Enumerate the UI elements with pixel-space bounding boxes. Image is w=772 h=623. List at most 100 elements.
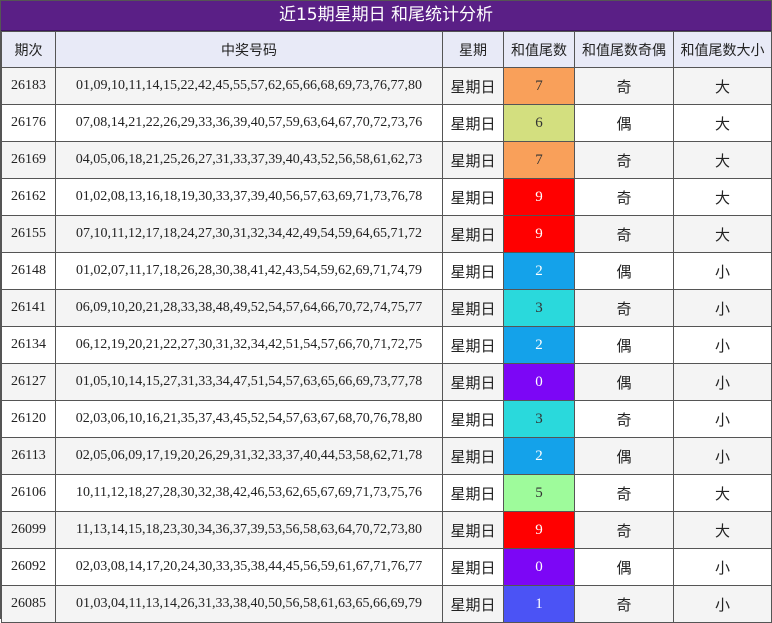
odd-even-cell: 奇 bbox=[574, 215, 674, 253]
period-cell: 26155 bbox=[1, 215, 56, 253]
tail-cell: 9 bbox=[503, 215, 575, 253]
odd-even-cell: 偶 bbox=[574, 363, 674, 401]
big-small-cell: 小 bbox=[673, 585, 772, 623]
big-small-cell: 小 bbox=[673, 548, 772, 586]
numbers-cell: 01,09,10,11,14,15,22,42,45,55,57,62,65,6… bbox=[55, 67, 443, 105]
table-row: 26106 10,11,12,18,27,28,30,32,38,42,46,5… bbox=[1, 474, 772, 512]
draw-stats-table: 期次 中奖号码 星期 和值尾数 和值尾数奇偶 和值尾数大小 26183 01,0… bbox=[1, 31, 772, 623]
tail-cell: 3 bbox=[503, 289, 575, 327]
header-period: 期次 bbox=[1, 31, 56, 68]
weekday-cell: 星期日 bbox=[442, 437, 504, 475]
table-row: 26176 07,08,14,21,22,26,29,33,36,39,40,5… bbox=[1, 104, 772, 142]
weekday-cell: 星期日 bbox=[442, 326, 504, 364]
weekday-cell: 星期日 bbox=[442, 141, 504, 179]
odd-even-cell: 奇 bbox=[574, 474, 674, 512]
period-cell: 26169 bbox=[1, 141, 56, 179]
numbers-cell: 07,10,11,12,17,18,24,27,30,31,32,34,42,4… bbox=[55, 215, 443, 253]
header-tail: 和值尾数 bbox=[503, 31, 575, 68]
table-row: 26155 07,10,11,12,17,18,24,27,30,31,32,3… bbox=[1, 215, 772, 253]
weekday-cell: 星期日 bbox=[442, 215, 504, 253]
tail-cell: 2 bbox=[503, 437, 575, 475]
big-small-cell: 大 bbox=[673, 141, 772, 179]
tail-cell: 6 bbox=[503, 104, 575, 142]
table-row: 26141 06,09,10,20,21,28,33,38,48,49,52,5… bbox=[1, 289, 772, 327]
table-row: 26183 01,09,10,11,14,15,22,42,45,55,57,6… bbox=[1, 67, 772, 105]
tail-cell: 7 bbox=[503, 141, 575, 179]
big-small-cell: 小 bbox=[673, 326, 772, 364]
numbers-cell: 01,02,08,13,16,18,19,30,33,37,39,40,56,5… bbox=[55, 178, 443, 216]
table-row: 26134 06,12,19,20,21,22,27,30,31,32,34,4… bbox=[1, 326, 772, 364]
tail-cell: 7 bbox=[503, 67, 575, 105]
page-title: 近15期星期日 和尾统计分析 bbox=[1, 1, 771, 31]
tail-cell: 5 bbox=[503, 474, 575, 512]
big-small-cell: 大 bbox=[673, 511, 772, 549]
header-big-small: 和值尾数大小 bbox=[673, 31, 772, 68]
period-cell: 26085 bbox=[1, 585, 56, 623]
period-cell: 26120 bbox=[1, 400, 56, 438]
table-row: 26085 01,03,04,11,13,14,26,31,33,38,40,5… bbox=[1, 585, 772, 623]
table-row: 26120 02,03,06,10,16,21,35,37,43,45,52,5… bbox=[1, 400, 772, 438]
stats-panel: 近15期星期日 和尾统计分析 期次 中奖号码 星期 和值尾数 和值尾数奇偶 和值… bbox=[0, 0, 772, 623]
tail-cell: 2 bbox=[503, 252, 575, 290]
header-numbers: 中奖号码 bbox=[55, 31, 443, 68]
weekday-cell: 星期日 bbox=[442, 67, 504, 105]
big-small-cell: 大 bbox=[673, 104, 772, 142]
odd-even-cell: 奇 bbox=[574, 585, 674, 623]
table-row: 26127 01,05,10,14,15,27,31,33,34,47,51,5… bbox=[1, 363, 772, 401]
period-cell: 26162 bbox=[1, 178, 56, 216]
tail-cell: 0 bbox=[503, 363, 575, 401]
weekday-cell: 星期日 bbox=[442, 400, 504, 438]
big-small-cell: 小 bbox=[673, 252, 772, 290]
period-cell: 26148 bbox=[1, 252, 56, 290]
header-weekday: 星期 bbox=[442, 31, 504, 68]
big-small-cell: 小 bbox=[673, 437, 772, 475]
odd-even-cell: 奇 bbox=[574, 141, 674, 179]
tail-cell: 9 bbox=[503, 178, 575, 216]
tail-cell: 1 bbox=[503, 585, 575, 623]
numbers-cell: 07,08,14,21,22,26,29,33,36,39,40,57,59,6… bbox=[55, 104, 443, 142]
header-odd-even: 和值尾数奇偶 bbox=[574, 31, 674, 68]
table-row: 26092 02,03,08,14,17,20,24,30,33,35,38,4… bbox=[1, 548, 772, 586]
odd-even-cell: 偶 bbox=[574, 548, 674, 586]
tail-cell: 9 bbox=[503, 511, 575, 549]
weekday-cell: 星期日 bbox=[442, 363, 504, 401]
numbers-cell: 01,05,10,14,15,27,31,33,34,47,51,54,57,6… bbox=[55, 363, 443, 401]
big-small-cell: 大 bbox=[673, 67, 772, 105]
period-cell: 26176 bbox=[1, 104, 56, 142]
big-small-cell: 大 bbox=[673, 178, 772, 216]
table-header-row: 期次 中奖号码 星期 和值尾数 和值尾数奇偶 和值尾数大小 bbox=[1, 31, 772, 68]
numbers-cell: 02,05,06,09,17,19,20,26,29,31,32,33,37,4… bbox=[55, 437, 443, 475]
numbers-cell: 02,03,08,14,17,20,24,30,33,35,38,44,45,5… bbox=[55, 548, 443, 586]
tail-cell: 2 bbox=[503, 326, 575, 364]
table-row: 26148 01,02,07,11,17,18,26,28,30,38,41,4… bbox=[1, 252, 772, 290]
table-row: 26113 02,05,06,09,17,19,20,26,29,31,32,3… bbox=[1, 437, 772, 475]
period-cell: 26106 bbox=[1, 474, 56, 512]
numbers-cell: 06,12,19,20,21,22,27,30,31,32,34,42,51,5… bbox=[55, 326, 443, 364]
weekday-cell: 星期日 bbox=[442, 474, 504, 512]
odd-even-cell: 偶 bbox=[574, 104, 674, 142]
numbers-cell: 11,13,14,15,18,23,30,34,36,37,39,53,56,5… bbox=[55, 511, 443, 549]
table-row: 26099 11,13,14,15,18,23,30,34,36,37,39,5… bbox=[1, 511, 772, 549]
numbers-cell: 06,09,10,20,21,28,33,38,48,49,52,54,57,6… bbox=[55, 289, 443, 327]
weekday-cell: 星期日 bbox=[442, 548, 504, 586]
tail-cell: 3 bbox=[503, 400, 575, 438]
big-small-cell: 小 bbox=[673, 363, 772, 401]
big-small-cell: 大 bbox=[673, 215, 772, 253]
numbers-cell: 02,03,06,10,16,21,35,37,43,45,52,54,57,6… bbox=[55, 400, 443, 438]
table-row: 26169 04,05,06,18,21,25,26,27,31,33,37,3… bbox=[1, 141, 772, 179]
weekday-cell: 星期日 bbox=[442, 104, 504, 142]
table-row: 26162 01,02,08,13,16,18,19,30,33,37,39,4… bbox=[1, 178, 772, 216]
period-cell: 26113 bbox=[1, 437, 56, 475]
period-cell: 26099 bbox=[1, 511, 56, 549]
odd-even-cell: 奇 bbox=[574, 289, 674, 327]
weekday-cell: 星期日 bbox=[442, 252, 504, 290]
numbers-cell: 10,11,12,18,27,28,30,32,38,42,46,53,62,6… bbox=[55, 474, 443, 512]
period-cell: 26183 bbox=[1, 67, 56, 105]
numbers-cell: 01,02,07,11,17,18,26,28,30,38,41,42,43,5… bbox=[55, 252, 443, 290]
period-cell: 26127 bbox=[1, 363, 56, 401]
big-small-cell: 大 bbox=[673, 474, 772, 512]
weekday-cell: 星期日 bbox=[442, 178, 504, 216]
weekday-cell: 星期日 bbox=[442, 585, 504, 623]
odd-even-cell: 奇 bbox=[574, 178, 674, 216]
odd-even-cell: 奇 bbox=[574, 67, 674, 105]
